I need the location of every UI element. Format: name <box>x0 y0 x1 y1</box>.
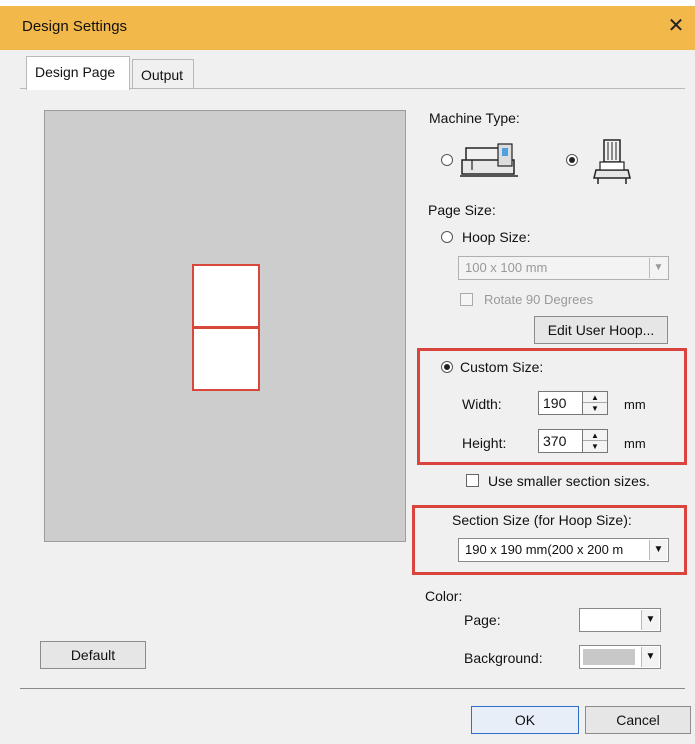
width-value: 190 <box>543 395 567 411</box>
height-unit: mm <box>624 436 646 451</box>
custom-size-radio[interactable] <box>441 361 453 373</box>
width-stepper[interactable]: ▲ ▼ <box>582 391 608 415</box>
tab-output[interactable]: Output <box>132 59 194 88</box>
page-color-select[interactable]: ▼ <box>579 608 661 632</box>
machine-type-multi-radio[interactable] <box>566 154 578 166</box>
chevron-down-icon: ▼ <box>641 647 659 667</box>
multi-needle-machine-icon[interactable] <box>590 136 634 191</box>
chevron-up-icon[interactable]: ▲ <box>583 430 607 441</box>
width-unit: mm <box>624 397 646 412</box>
ok-button[interactable]: OK <box>471 706 579 734</box>
section-size-select[interactable]: 190 x 190 mm(200 x 200 m ▼ <box>458 538 669 562</box>
rotate-90-label: Rotate 90 Degrees <box>484 292 594 307</box>
close-icon[interactable]: ✕ <box>665 15 687 37</box>
height-value: 370 <box>543 433 567 449</box>
height-label: Height: <box>462 435 507 451</box>
tab-design-page[interactable]: Design Page <box>26 56 130 90</box>
window-title: Design Settings <box>22 18 128 35</box>
page-color-swatch <box>583 612 635 628</box>
custom-size-label: Custom Size: <box>460 359 544 375</box>
chevron-down-icon[interactable]: ▼ <box>583 403 607 414</box>
use-smaller-sections-label: Use smaller section sizes. <box>488 473 650 489</box>
title-bar: Design Settings ✕ <box>0 0 695 50</box>
width-input[interactable]: 190 <box>538 391 584 415</box>
hoop-size-label: Hoop Size: <box>462 229 531 245</box>
chevron-down-icon: ▼ <box>641 610 659 630</box>
section-preview-top <box>192 264 260 328</box>
footer-divider <box>20 688 685 689</box>
page-color-label: Page: <box>464 612 501 628</box>
background-color-label: Background: <box>464 650 543 666</box>
color-label: Color: <box>425 588 463 604</box>
machine-type-single-radio[interactable] <box>441 154 453 166</box>
background-color-swatch <box>583 649 635 665</box>
hoop-size-select[interactable]: 100 x 100 mm ▼ <box>458 256 669 280</box>
default-button[interactable]: Default <box>40 641 146 669</box>
design-preview <box>44 110 406 542</box>
section-size-label: Section Size (for Hoop Size): <box>452 512 632 528</box>
single-needle-machine-icon[interactable] <box>458 140 522 185</box>
background-color-select[interactable]: ▼ <box>579 645 661 669</box>
rotate-90-checkbox[interactable] <box>460 293 473 306</box>
width-label: Width: <box>462 396 502 412</box>
chevron-down-icon: ▼ <box>649 540 667 560</box>
cancel-button[interactable]: Cancel <box>585 706 691 734</box>
machine-type-label: Machine Type: <box>429 110 520 126</box>
use-smaller-sections-checkbox[interactable] <box>466 474 479 487</box>
chevron-down-icon: ▼ <box>649 258 667 278</box>
section-size-value: 190 x 190 mm(200 x 200 m <box>465 542 624 557</box>
chevron-down-icon[interactable]: ▼ <box>583 441 607 452</box>
height-stepper[interactable]: ▲ ▼ <box>582 429 608 453</box>
height-input[interactable]: 370 <box>538 429 584 453</box>
section-preview-bottom <box>192 327 260 391</box>
hoop-size-value: 100 x 100 mm <box>465 260 548 275</box>
hoop-size-radio[interactable] <box>441 231 453 243</box>
chevron-up-icon[interactable]: ▲ <box>583 392 607 403</box>
page-size-label: Page Size: <box>428 202 496 218</box>
edit-user-hoop-button[interactable]: Edit User Hoop... <box>534 316 668 344</box>
